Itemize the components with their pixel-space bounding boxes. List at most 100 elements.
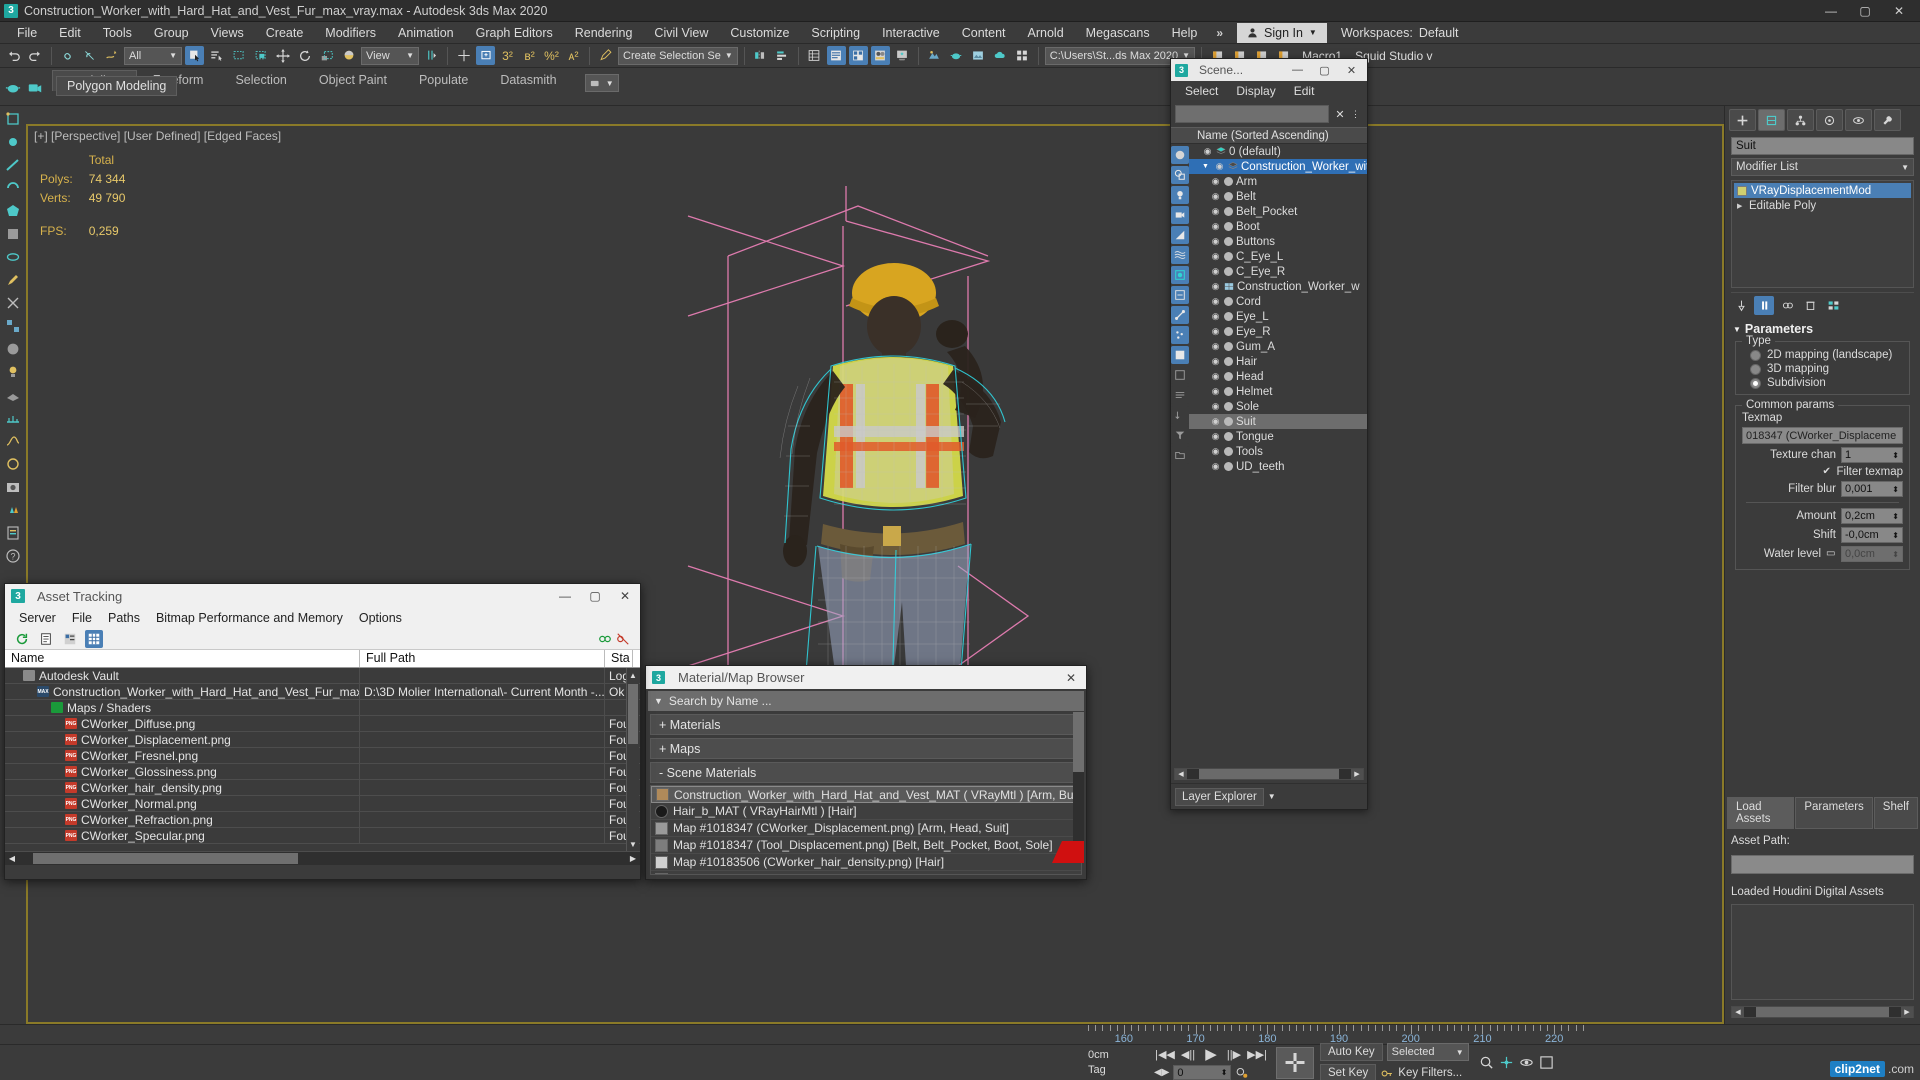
scene-explorer-row[interactable]: ◉ Tongue xyxy=(1189,429,1367,444)
clear-search-icon[interactable]: ✕ xyxy=(1331,108,1349,121)
render-production-icon[interactable] xyxy=(925,46,944,65)
close-button[interactable]: ✕ xyxy=(610,584,640,608)
vertex-icon[interactable] xyxy=(3,132,23,152)
light-bulb-icon[interactable] xyxy=(1737,185,1747,196)
maximize-viewport-icon[interactable] xyxy=(1539,1055,1554,1070)
angle-snap-icon[interactable] xyxy=(476,46,495,65)
asset-tracking-titlebar[interactable]: 3 Asset Tracking — ▢ ✕ xyxy=(5,584,640,608)
circle-tool-icon[interactable] xyxy=(3,454,23,474)
menu-modifiers[interactable]: Modifiers xyxy=(314,23,387,43)
scene-material-row[interactable]: Construction_Worker_with_Hard_Hat_and_Ve… xyxy=(651,786,1081,803)
refresh-icon[interactable] xyxy=(13,630,31,648)
radio-2d-mapping[interactable]: 2D mapping (landscape) xyxy=(1742,348,1903,362)
swift-loop-icon[interactable] xyxy=(3,247,23,267)
tab-shelf[interactable]: Shelf xyxy=(1873,797,1918,829)
visibility-eye-icon[interactable]: ◉ xyxy=(1210,446,1221,457)
render-teapot-icon[interactable] xyxy=(947,46,966,65)
go-to-start-button[interactable]: |◀◀ xyxy=(1154,1045,1176,1063)
menu-overflow-icon[interactable]: » xyxy=(1208,26,1231,40)
layer-explorer-icon[interactable] xyxy=(805,46,824,65)
menu-views[interactable]: Views xyxy=(200,23,255,43)
filter-cameras-icon[interactable] xyxy=(1171,206,1189,224)
visibility-eye-icon[interactable]: ◉ xyxy=(1210,401,1221,412)
asset-tracking-row[interactable]: PNG CWorker_Normal.png Fou xyxy=(5,796,640,812)
filter-geometry-icon[interactable] xyxy=(1171,146,1189,164)
filter-folder-icon[interactable] xyxy=(1171,446,1189,464)
visibility-eye-icon[interactable]: ◉ xyxy=(1210,266,1221,277)
minimize-button[interactable]: — xyxy=(550,584,580,608)
menu-display[interactable]: Display xyxy=(1228,82,1283,100)
tab-create[interactable] xyxy=(1729,109,1756,131)
select-object-icon[interactable] xyxy=(185,46,204,65)
scroll-down-arrow-icon[interactable]: ▼ xyxy=(627,837,639,851)
poly-select-icon[interactable] xyxy=(3,109,23,129)
trees-icon[interactable] xyxy=(3,500,23,520)
visibility-eye-icon[interactable]: ◉ xyxy=(1210,311,1221,322)
expand-arrow-icon[interactable]: ▶ xyxy=(1737,202,1745,210)
filter-helpers-icon[interactable] xyxy=(1171,226,1189,244)
stack-item-editable-poly[interactable]: ▶ Editable Poly xyxy=(1734,198,1911,213)
camera-icon[interactable] xyxy=(26,79,44,95)
angle-snap-a-icon[interactable]: ᴀ² xyxy=(564,46,583,65)
make-unique-icon[interactable] xyxy=(1777,296,1797,315)
menu-arnold[interactable]: Arnold xyxy=(1017,23,1075,43)
chevron-down-icon[interactable]: ▼ xyxy=(1268,792,1276,801)
scene-explorer-row[interactable]: ◉ Sole xyxy=(1189,399,1367,414)
scrollbar-thumb[interactable] xyxy=(628,684,638,744)
add-time-tag-button[interactable]: ✛ xyxy=(1276,1046,1314,1079)
select-and-scale-icon[interactable] xyxy=(317,46,336,65)
filter-bones-icon[interactable] xyxy=(1171,306,1189,324)
asset-tracking-row[interactable]: PNG CWorker_Displacement.png Fou xyxy=(5,732,640,748)
scene-explorer-row[interactable]: ◉ Belt xyxy=(1189,189,1367,204)
plane-icon[interactable] xyxy=(3,385,23,405)
filter-lights-icon[interactable] xyxy=(1171,186,1189,204)
select-link-icon[interactable] xyxy=(58,46,77,65)
scrollbar-thumb[interactable] xyxy=(1073,712,1084,772)
maximize-button[interactable]: ▢ xyxy=(580,584,610,608)
scene-explorer-column-header[interactable]: Name (Sorted Ascending) xyxy=(1171,127,1367,144)
water-level-checkbox[interactable]: ▭ xyxy=(1826,549,1836,559)
spinner-snap-icon[interactable]: %² xyxy=(542,46,561,65)
scrollbar-thumb[interactable] xyxy=(1199,769,1339,779)
selection-filter-dropdown[interactable]: All ▼ xyxy=(124,46,182,65)
asset-tracking-row[interactable]: PNG CWorker_Refraction.png Fou xyxy=(5,812,640,828)
menu-paths[interactable]: Paths xyxy=(100,609,148,627)
set-key-button[interactable]: Set Key xyxy=(1320,1064,1377,1080)
cut-icon[interactable] xyxy=(3,293,23,313)
scene-material-row[interactable]: Map #10183506 (CWorker_hair_density.png)… xyxy=(651,854,1081,871)
material-browser-search[interactable]: ▼ Search by Name ... xyxy=(648,691,1084,711)
scene-explorer-row[interactable]: ◉ Construction_Worker_w xyxy=(1189,279,1367,294)
scene-explorer-row[interactable]: ◉ Buttons xyxy=(1189,234,1367,249)
visibility-eye-icon[interactable]: ◉ xyxy=(1210,416,1221,427)
column-header-name[interactable]: Name xyxy=(5,650,360,667)
houdini-assets-list[interactable] xyxy=(1731,904,1914,1000)
shift-spinner[interactable]: -0,0cm ⬍ xyxy=(1841,527,1903,543)
ribbon-options-dropdown[interactable]: ▼ xyxy=(584,74,619,92)
select-by-name-icon[interactable] xyxy=(207,46,226,65)
scene-material-row[interactable]: Map #1018347 (Tool_Displacement.png) [Be… xyxy=(651,837,1081,854)
minimize-button[interactable]: — xyxy=(1814,0,1848,22)
scene-explorer-row[interactable]: ◉ Tools xyxy=(1189,444,1367,459)
snap-toggle-icon[interactable] xyxy=(454,46,473,65)
tab-load-assets[interactable]: Load Assets xyxy=(1727,797,1795,829)
link-status-icon[interactable] xyxy=(598,632,612,646)
zoom-icon[interactable] xyxy=(1479,1055,1494,1070)
scene-explorer-row[interactable]: ◉ Boot xyxy=(1189,219,1367,234)
scroll-right-arrow-icon[interactable]: ▶ xyxy=(1901,1006,1913,1018)
maximize-button[interactable]: ▢ xyxy=(1311,59,1338,81)
visibility-eye-icon[interactable]: ◉ xyxy=(1210,251,1221,262)
material-editor-icon[interactable] xyxy=(870,46,890,65)
scene-explorer-icon[interactable] xyxy=(826,46,846,65)
key-icon[interactable] xyxy=(1380,1067,1394,1080)
scene-explorer-row[interactable]: ◉ Suit xyxy=(1189,414,1367,429)
filter-xrefs-icon[interactable] xyxy=(1171,286,1189,304)
filter-groups-icon[interactable] xyxy=(1171,266,1189,284)
texture-channel-spinner[interactable]: 1 ⬍ xyxy=(1841,447,1903,463)
play-button[interactable]: ▶ xyxy=(1200,1045,1222,1063)
expand-collapse-icon[interactable]: ▼ xyxy=(1202,163,1211,170)
scroll-right-arrow-icon[interactable]: ▶ xyxy=(626,854,640,863)
frame-step-icon[interactable]: ◀▶ xyxy=(1154,1067,1169,1078)
toggle-scene-explorer-icon[interactable] xyxy=(848,46,868,65)
orbit-icon[interactable] xyxy=(1519,1055,1534,1070)
menu-civil-view[interactable]: Civil View xyxy=(643,23,719,43)
